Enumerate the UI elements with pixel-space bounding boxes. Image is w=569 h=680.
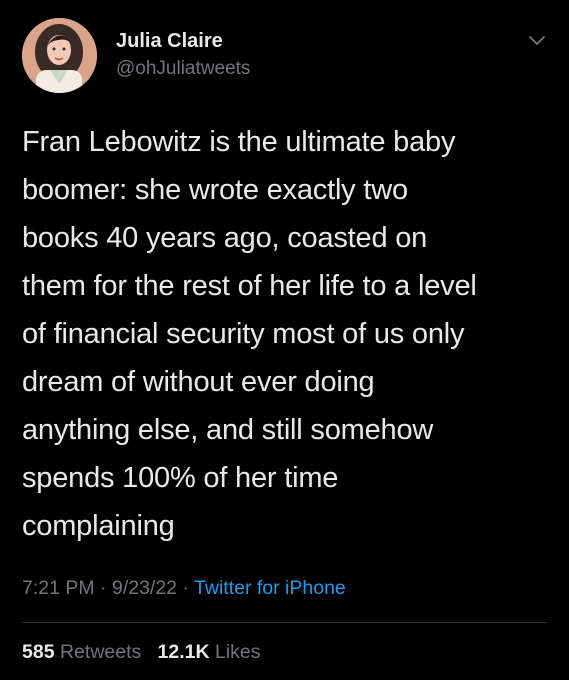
likes-label: Likes <box>215 641 261 663</box>
tweet-text-line: of financial security most of us only <box>22 318 465 350</box>
retweets-stat[interactable]: 585 Retweets <box>22 641 141 663</box>
tweet-meta: 7:21 PM · 9/23/22 · Twitter for iPhone <box>22 577 346 600</box>
tweet-text-line: books 40 years ago, coasted on <box>22 222 428 254</box>
tweet-text-line: spends 100% of her time <box>22 462 339 494</box>
retweets-label: Retweets <box>59 641 142 663</box>
tweet-text-line: anything else, and still somehow <box>22 414 434 446</box>
tweet-date[interactable]: 9/23/22 <box>112 577 177 599</box>
tweet-text-line: them for the rest of her life to a level <box>22 270 477 302</box>
tweet-text-line: complaining <box>22 510 175 542</box>
retweets-count: 585 <box>22 641 55 663</box>
tweet-card: Julia Claire @ohJuliatweets Fran Lebowit… <box>0 0 569 680</box>
tweet-text: Fran Lebowitz is the ultimate baby boome… <box>22 118 542 550</box>
avatar[interactable] <box>22 18 97 93</box>
display-name[interactable]: Julia Claire <box>116 30 223 53</box>
tweet-text-line: Fran Lebowitz is the ultimate baby <box>22 126 456 158</box>
tweet-stats: 585 Retweets 12.1K Likes <box>22 641 261 664</box>
meta-separator: · <box>182 577 189 599</box>
tweet-text-line: dream of without ever doing <box>22 366 375 398</box>
user-handle[interactable]: @ohJuliatweets <box>116 58 250 80</box>
likes-stat[interactable]: 12.1K Likes <box>158 641 261 663</box>
divider <box>22 622 547 623</box>
tweet-text-line: boomer: she wrote exactly two <box>22 174 408 206</box>
chevron-down-icon[interactable] <box>525 28 549 52</box>
tweet-time[interactable]: 7:21 PM <box>22 577 95 599</box>
avatar-image <box>22 18 97 93</box>
likes-count: 12.1K <box>157 641 210 663</box>
meta-separator: · <box>100 577 107 599</box>
tweet-source-link[interactable]: Twitter for iPhone <box>194 577 346 599</box>
